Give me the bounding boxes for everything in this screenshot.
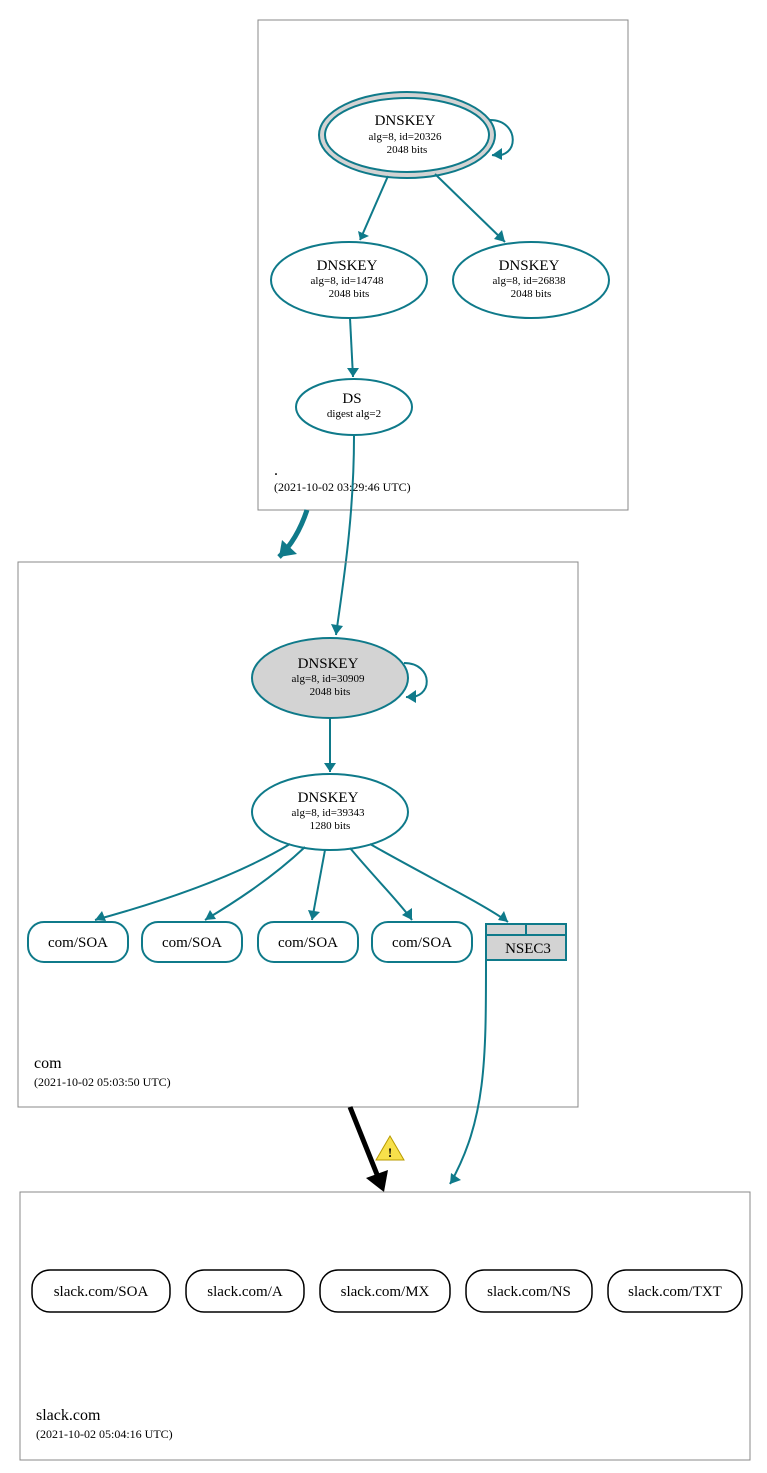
svg-text:.: . (274, 462, 278, 479)
svg-text:slack.com/SOA: slack.com/SOA (54, 1284, 149, 1300)
zone-slack-name: slack.com (36, 1407, 101, 1424)
svg-text:slack.com/A: slack.com/A (207, 1284, 283, 1300)
node-slack-a: slack.com/A (186, 1270, 304, 1312)
edge-com-zsk-soa4 (350, 848, 412, 920)
zone-com-timestamp: (2021-10-02 05:03:50 UTC) (34, 1075, 171, 1089)
svg-text:com/SOA: com/SOA (278, 935, 338, 951)
edge-com-zsk-soa1 (95, 844, 290, 920)
node-slack-ns: slack.com/NS (466, 1270, 592, 1312)
edge-com-to-slack (350, 1107, 380, 1182)
svg-text:slack.com/MX: slack.com/MX (341, 1284, 430, 1300)
edge-com-zsk-soa2 (205, 847, 305, 920)
node-com-soa3: com/SOA (258, 922, 358, 962)
svg-text:com: com (34, 1055, 62, 1072)
node-root-zsk1: DNSKEY alg=8, id=14748 2048 bits (271, 242, 427, 318)
node-root-ksk: DNSKEY alg=8, id=20326 2048 bits (319, 92, 495, 178)
edge-root-ksk-zsk1 (360, 176, 388, 240)
edge-com-zsk-soa3 (312, 850, 325, 920)
svg-text:com/SOA: com/SOA (48, 935, 108, 951)
node-slack-txt: slack.com/TXT (608, 1270, 742, 1312)
svg-text:slack.com/TXT: slack.com/TXT (628, 1284, 722, 1300)
zone-root: . (2021-10-02 03:29:46 UTC) DNSKEY alg=8… (258, 20, 628, 510)
node-com-soa2: com/SOA (142, 922, 242, 962)
zone-com-name: com (34, 1055, 62, 1072)
node-com-soa4: com/SOA (372, 922, 472, 962)
edge-ds-to-com-ksk (336, 436, 354, 635)
node-slack-soa: slack.com/SOA (32, 1270, 170, 1312)
node-com-nsec3: NSEC3 (486, 924, 566, 960)
svg-text:slack.com: slack.com (36, 1407, 101, 1424)
node-com-zsk: DNSKEY alg=8, id=39343 1280 bits (252, 774, 408, 850)
zone-slack-timestamp: (2021-10-02 05:04:16 UTC) (36, 1427, 173, 1441)
node-com-ksk: DNSKEY alg=8, id=30909 2048 bits (252, 638, 408, 718)
zone-slack: slack.com (2021-10-02 05:04:16 UTC) slac… (20, 1192, 750, 1460)
svg-text:(2021-10-02 05:03:50 UTC): (2021-10-02 05:03:50 UTC) (34, 1075, 171, 1089)
node-com-soa1: com/SOA (28, 922, 128, 962)
svg-text:(2021-10-02 05:04:16 UTC): (2021-10-02 05:04:16 UTC) (36, 1427, 173, 1441)
svg-text:slack.com/NS: slack.com/NS (487, 1284, 571, 1300)
edge-com-zsk-nsec3 (370, 844, 508, 922)
zone-root-timestamp: (2021-10-02 03:29:46 UTC) (274, 480, 411, 494)
warning-icon: ! (376, 1136, 404, 1160)
svg-text:(2021-10-02 03:29:46 UTC): (2021-10-02 03:29:46 UTC) (274, 480, 411, 494)
zone-com: com (2021-10-02 05:03:50 UTC) DNSKEY alg… (18, 562, 578, 1107)
svg-text:!: ! (388, 1145, 392, 1160)
edge-nsec3-to-slack (450, 960, 486, 1184)
edge-root-ksk-zsk2 (435, 174, 505, 242)
svg-text:NSEC3: NSEC3 (505, 941, 551, 957)
zone-root-name: . (274, 462, 278, 479)
node-slack-mx: slack.com/MX (320, 1270, 450, 1312)
node-root-ds: DS digest alg=2 (296, 379, 412, 435)
svg-text:com/SOA: com/SOA (162, 935, 222, 951)
node-root-zsk2: DNSKEY alg=8, id=26838 2048 bits (453, 242, 609, 318)
svg-text:com/SOA: com/SOA (392, 935, 452, 951)
